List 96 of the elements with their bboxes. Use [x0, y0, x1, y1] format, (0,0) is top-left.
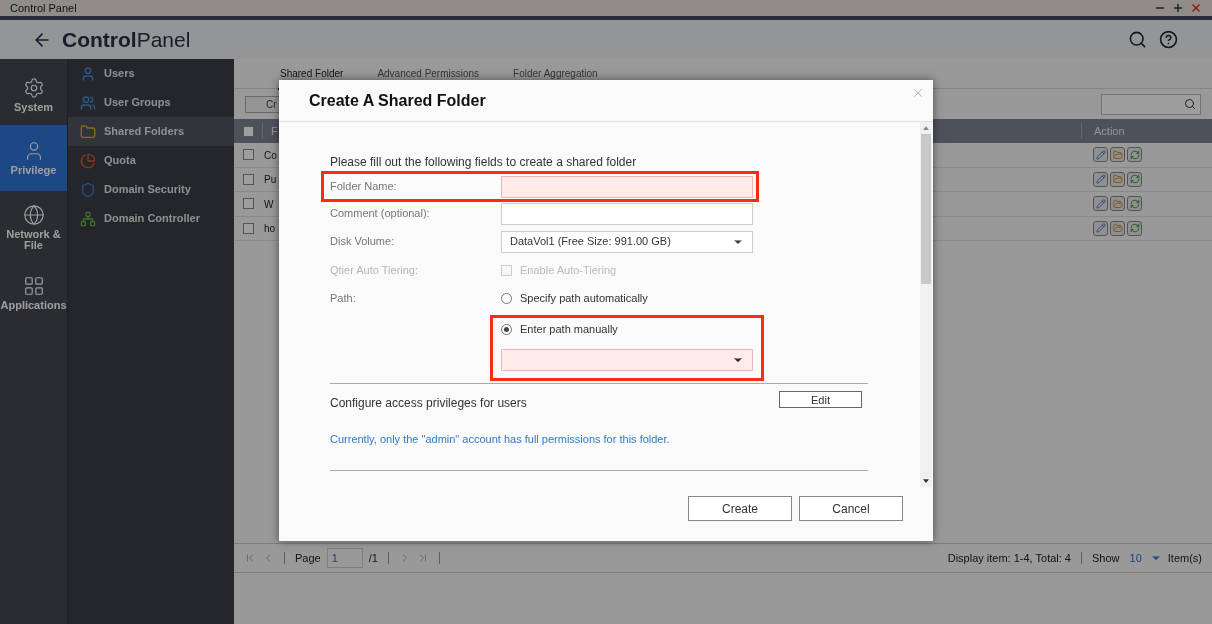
refresh-button[interactable] [1127, 196, 1142, 212]
first-page-icon[interactable] [244, 552, 256, 564]
column-header: Action [1081, 122, 1212, 140]
refresh-icon [1129, 174, 1140, 185]
table-cell: W [264, 198, 274, 210]
nav-item[interactable]: Network & File [0, 191, 67, 263]
table-cell: ho [264, 223, 276, 234]
submenu-item[interactable]: Quota [68, 146, 234, 175]
scrollbar[interactable] [920, 122, 932, 487]
page-field[interactable]: 1 [326, 548, 363, 568]
radio-button[interactable] [501, 324, 512, 335]
radio-label: Specify path automatically [520, 291, 648, 307]
nav-item[interactable]: Privilege [0, 125, 67, 191]
maximize-icon[interactable] [1172, 2, 1184, 14]
field-label: Disk Volume: [330, 234, 396, 250]
field-label: Comment (optional): [330, 206, 431, 222]
search-field[interactable] [1101, 93, 1201, 115]
app-title: ControlPanel [62, 26, 191, 53]
edit-button[interactable] [1093, 171, 1108, 187]
submenu-item[interactable]: Domain Security [68, 175, 234, 204]
scroll-up-icon[interactable] [923, 126, 929, 130]
window-title: Control Panel [10, 0, 77, 16]
table-cell: Pu [264, 174, 277, 185]
submenu-item[interactable]: Shared Folders [68, 117, 234, 146]
edit-button[interactable] [1093, 220, 1108, 236]
cancel-button[interactable]: Cancel [799, 496, 903, 521]
refresh-icon [1129, 198, 1140, 209]
submenu-item[interactable]: Domain Controller [68, 204, 234, 233]
pencil-icon [1095, 223, 1106, 234]
folder-icon [1112, 149, 1123, 160]
checkbox[interactable] [242, 125, 254, 137]
volume-dropdown[interactable]: DataVol1 (Free Size: 991.00 GB) [501, 230, 753, 253]
folder-button[interactable] [1110, 147, 1125, 163]
dialog-title: Create A Shared Folder [309, 90, 486, 111]
nav-item[interactable]: System [0, 65, 67, 125]
folder-button[interactable] [1110, 196, 1125, 212]
nav-icon [22, 77, 45, 99]
path-dropdown[interactable] [501, 349, 753, 371]
user-icon [80, 65, 96, 82]
refresh-icon [1129, 223, 1140, 234]
table-cell: Co [264, 149, 277, 161]
close-icon[interactable] [1190, 2, 1202, 14]
radio-button[interactable] [501, 293, 512, 304]
field-label: Qtier Auto Tiering: [330, 263, 420, 279]
users-icon [80, 94, 96, 111]
refresh-button[interactable] [1127, 147, 1142, 163]
permission-note: Currently, only the "admin" account has full permissions for this folder. [330, 432, 671, 447]
edit-button[interactable]: Edit [779, 390, 862, 408]
folder-button[interactable] [1110, 220, 1125, 236]
field-label: Folder Name: [330, 179, 398, 195]
pencil-icon [1095, 149, 1106, 160]
nav-icon [22, 275, 45, 297]
show-label: Show [1092, 550, 1120, 566]
pencil-icon [1095, 174, 1106, 185]
checkbox[interactable] [242, 173, 254, 185]
nav-icon [22, 203, 45, 226]
folder-icon [1112, 174, 1123, 185]
refresh-button[interactable] [1127, 220, 1142, 236]
per-page-dropdown[interactable]: 10 [1125, 549, 1162, 567]
close-icon[interactable] [911, 86, 925, 100]
edit-button[interactable] [1093, 196, 1108, 212]
checkbox[interactable] [242, 198, 254, 210]
field-label: Path: [330, 291, 357, 307]
pencil-icon [1095, 198, 1106, 209]
network-icon [80, 210, 96, 227]
submenu-item[interactable]: User Groups [68, 88, 234, 117]
radio-label: Enter path manually [520, 322, 618, 338]
items-label: Item(s) [1167, 550, 1202, 566]
page-label: Page [295, 550, 321, 566]
checkbox[interactable] [242, 149, 254, 161]
folder-icon [1112, 223, 1123, 234]
refresh-icon [1129, 149, 1140, 160]
tab[interactable]: Folder Aggregation [511, 69, 600, 88]
edit-button[interactable] [1093, 147, 1108, 163]
pie-chart-icon [80, 152, 96, 169]
search-icon [1184, 98, 1196, 110]
nav-item[interactable]: Applications [0, 263, 67, 323]
text-field[interactable] [501, 175, 753, 198]
intro-text: Please fill out the following fields to create a shared folder [330, 154, 638, 171]
checkbox-label: Enable Auto-Tiering [520, 263, 617, 279]
page-count: /1 [368, 550, 378, 566]
shield-icon [80, 181, 96, 198]
refresh-button[interactable] [1127, 171, 1142, 187]
search-icon[interactable] [1128, 30, 1147, 49]
folder-button[interactable] [1110, 171, 1125, 187]
checkbox[interactable] [242, 222, 254, 234]
help-icon[interactable] [1159, 30, 1178, 49]
submenu-item[interactable]: Users [68, 59, 234, 88]
tab[interactable]: Advanced Permissions [375, 69, 482, 88]
folder-icon [80, 123, 96, 140]
section-heading: Configure access privileges for users [330, 395, 527, 412]
folder-icon [1112, 198, 1123, 209]
scroll-down-icon[interactable] [923, 479, 929, 483]
text-field[interactable] [501, 202, 753, 225]
create-button[interactable]: Create [688, 496, 792, 521]
display-info: Display item: 1-4, Total: 4 [947, 550, 1071, 566]
